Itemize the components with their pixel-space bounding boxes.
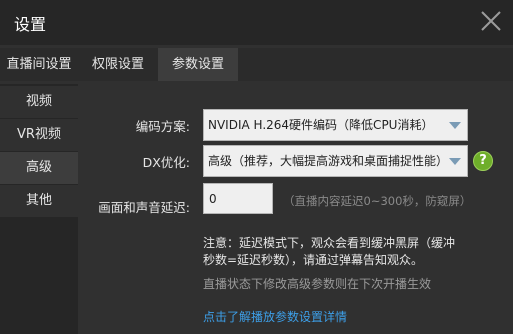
sidebar: 视频 VR视频 高级 其他 — [0, 84, 78, 334]
dx-optimization-label: DX优化: — [142, 155, 190, 170]
sidebar-item-advanced[interactable]: 高级 — [0, 152, 78, 184]
help-icon[interactable]: ? — [473, 151, 493, 171]
delay-warning-note: 注意：延迟模式下，观众会看到缓冲黑屏（缓冲秒数=延迟秒数），请通过弹幕告知观众。 — [203, 236, 456, 267]
title-bar: 设置 — [0, 0, 513, 45]
encoding-label: 编码方案: — [135, 119, 190, 134]
sidebar-item-video[interactable]: 视频 — [0, 86, 78, 118]
close-icon[interactable] — [478, 8, 504, 34]
av-delay-input[interactable] — [203, 183, 273, 214]
window-title: 设置 — [14, 15, 47, 34]
encoding-value: NVIDIA H.264硬件编码（降低CPU消耗） — [208, 118, 434, 132]
av-delay-hint: （直播内容延迟0~300秒，防窥屏） — [283, 194, 472, 208]
status-text: 直播状态下修改高级参数则在下次开播生效 — [203, 277, 432, 291]
encoding-select[interactable]: NVIDIA H.264硬件编码（降低CPU消耗） — [203, 109, 468, 141]
tab-permission-settings[interactable]: 权限设置 — [78, 48, 158, 81]
dx-optimization-value: 高级（推荐，大幅提高游戏和桌面捕捉性能） — [208, 154, 449, 168]
learn-more-link[interactable]: 点击了解播放参数设置详情 — [203, 308, 347, 325]
chevron-down-icon — [449, 158, 461, 165]
sidebar-item-vr-video[interactable]: VR视频 — [0, 119, 78, 151]
tab-bar: 直播间设置 权限设置 参数设置 — [0, 48, 513, 81]
tab-parameter-settings[interactable]: 参数设置 — [158, 48, 238, 81]
sidebar-item-other[interactable]: 其他 — [0, 185, 78, 217]
tab-live-room-settings[interactable]: 直播间设置 — [0, 48, 78, 81]
dx-optimization-select[interactable]: 高级（推荐，大幅提高游戏和桌面捕捉性能） — [203, 145, 468, 177]
av-delay-label: 画面和声音延迟: — [98, 200, 190, 215]
chevron-down-icon — [449, 122, 461, 129]
